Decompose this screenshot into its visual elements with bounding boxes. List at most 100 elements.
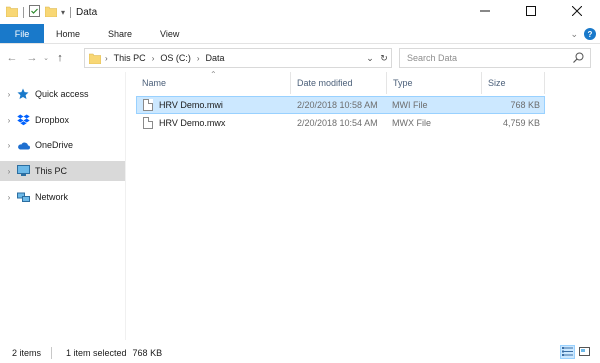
file-name: HRV Demo.mwi [159, 100, 223, 110]
forward-button[interactable]: → [24, 48, 40, 68]
file-name: HRV Demo.mwx [159, 118, 226, 128]
maximize-icon [526, 6, 536, 18]
file-date: 2/20/2018 10:54 AM [297, 118, 378, 128]
breadcrumb-separator[interactable]: › [152, 54, 155, 63]
star-icon [16, 88, 30, 100]
column-header-size[interactable]: Size [482, 72, 545, 94]
column-header-type[interactable]: Type [387, 72, 482, 94]
up-arrow-icon: ↑ [57, 52, 63, 64]
customize-toolbar-icon[interactable]: ▾ [61, 8, 65, 17]
details-view-button[interactable] [560, 345, 575, 359]
navigation-pane: › Quick access › Dropbox › OneDrive › Th… [0, 72, 126, 340]
nav-item-label: Network [35, 192, 69, 202]
back-arrow-icon: ← [6, 52, 18, 64]
column-header-date-modified[interactable]: Date modified [291, 72, 387, 94]
tab-view[interactable]: View [146, 24, 193, 43]
breadcrumb-data[interactable]: Data [206, 53, 225, 63]
up-button[interactable]: ↑ [52, 48, 68, 68]
window-title: Data [76, 6, 98, 18]
properties-icon[interactable] [29, 5, 40, 19]
column-header-name[interactable]: Name [136, 72, 291, 94]
chevron-down-icon: ⌄ [43, 55, 49, 62]
nav-item-onedrive[interactable]: › OneDrive [0, 135, 125, 155]
column-headers: ⌃ Name Date modified Type Size [126, 70, 600, 94]
chevron-right-icon[interactable]: › [2, 141, 16, 150]
column-header-label: Size [488, 78, 506, 88]
toolbar-divider [70, 6, 72, 18]
file-type: MWX File [392, 118, 431, 128]
address-actions: ⌄ ↻ [363, 49, 391, 67]
file-row[interactable]: HRV Demo.mwx 2/20/2018 10:54 AM MWX File… [136, 114, 545, 132]
file-type: MWI File [392, 100, 428, 110]
search-box[interactable]: Search Data [399, 48, 591, 68]
close-icon [571, 5, 583, 18]
file-date: 2/20/2018 10:58 AM [297, 100, 378, 110]
status-selected: 1 item selected [66, 347, 127, 358]
close-button[interactable] [554, 0, 600, 24]
view-switcher [560, 345, 592, 359]
cloud-icon [16, 139, 30, 151]
details-view-icon [562, 346, 573, 358]
file-size: 4,759 KB [502, 118, 540, 128]
nav-item-label: Dropbox [35, 115, 70, 125]
chevron-right-icon[interactable]: › [2, 193, 16, 202]
nav-item-label: OneDrive [35, 140, 74, 150]
search-placeholder: Search Data [407, 53, 458, 63]
ribbon-controls: ⌄ ? [570, 24, 596, 44]
status-divider [51, 346, 53, 359]
file-icon [143, 99, 153, 111]
network-icon [16, 191, 30, 203]
recent-locations-button[interactable]: ⌄ [40, 48, 52, 68]
computer-icon [16, 165, 30, 177]
minimize-icon [480, 6, 490, 18]
column-header-label: Date modified [297, 78, 353, 88]
nav-item-this-pc[interactable]: › This PC [0, 161, 125, 181]
forward-arrow-icon: → [26, 52, 38, 64]
help-icon[interactable]: ? [584, 28, 596, 40]
file-name-cell: HRV Demo.mwi [143, 97, 223, 113]
status-item-count: 2 items [12, 347, 42, 358]
column-header-label: Name [142, 78, 167, 88]
column-header-label: Type [393, 78, 413, 88]
nav-item-label: This PC [35, 166, 68, 176]
search-icon [573, 52, 584, 65]
window-controls [462, 0, 600, 24]
breadcrumb-separator[interactable]: › [197, 54, 200, 63]
folder-icon [89, 53, 101, 64]
address-bar[interactable]: › This PC › OS (C:) › Data ⌄ ↻ [84, 48, 392, 68]
address-row: ← → ⌄ ↑ › This PC › OS (C:) › Data ⌄ ↻ S… [0, 44, 600, 72]
status-selected-size: 768 KB [132, 347, 163, 358]
dropbox-icon [16, 114, 30, 126]
ribbon-tabs: File Home Share View ⌄ ? [0, 24, 600, 44]
title-bar: ▾ Data [0, 0, 600, 24]
status-bar: 2 items 1 item selected 768 KB [0, 342, 600, 363]
breadcrumb-separator[interactable]: › [105, 54, 108, 63]
maximize-button[interactable] [508, 0, 554, 24]
nav-item-dropbox[interactable]: › Dropbox [0, 110, 125, 130]
refresh-icon[interactable]: ↻ [377, 53, 391, 64]
large-icons-view-button[interactable] [577, 345, 592, 359]
minimize-button[interactable] [462, 0, 508, 24]
tab-share[interactable]: Share [94, 24, 146, 43]
tab-home[interactable]: Home [44, 24, 94, 43]
new-folder-icon[interactable] [44, 6, 58, 19]
chevron-right-icon[interactable]: › [2, 116, 16, 125]
back-button[interactable]: ← [4, 48, 20, 68]
tab-file[interactable]: File [0, 24, 44, 43]
breadcrumb-os-drive[interactable]: OS (C:) [160, 53, 191, 63]
breadcrumb-this-pc[interactable]: This PC [114, 53, 146, 63]
nav-item-network[interactable]: › Network [0, 187, 125, 207]
address-dropdown-icon[interactable]: ⌄ [363, 53, 377, 64]
file-row[interactable]: HRV Demo.mwi 2/20/2018 10:58 AM MWI File… [136, 96, 545, 114]
chevron-right-icon[interactable]: › [2, 167, 16, 176]
large-icons-view-icon [579, 346, 590, 358]
nav-item-label: Quick access [35, 89, 89, 99]
file-size: 768 KB [510, 100, 540, 110]
chevron-right-icon[interactable]: › [2, 90, 16, 99]
toolbar-divider [23, 6, 24, 18]
expand-ribbon-icon[interactable]: ⌄ [570, 29, 578, 40]
file-icon [143, 117, 153, 129]
nav-item-quick-access[interactable]: › Quick access [0, 84, 125, 104]
quick-access-toolbar: ▾ [0, 0, 76, 24]
folder-icon[interactable] [5, 6, 19, 19]
